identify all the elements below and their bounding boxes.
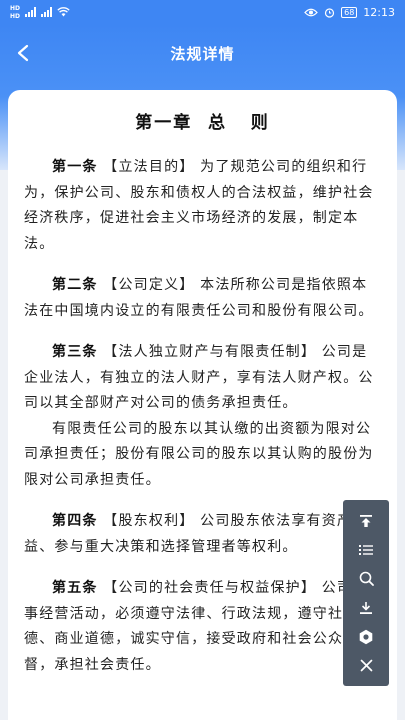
sim1-label: HD xyxy=(10,4,21,12)
article-5: 第五条 【公司的社会责任与权益保护】 公司从事经营活动，必须遵守法律、行政法规，… xyxy=(24,576,381,678)
article-tag: 【股东权利】 xyxy=(103,513,195,529)
status-right: 68 12:13 xyxy=(304,6,395,19)
download-icon xyxy=(360,601,372,614)
regulation-content[interactable]: 第一章 总 则 第一条 【立法目的】 为了规范公司的组织和行为，保护公司、股东和… xyxy=(8,90,397,720)
settings-button[interactable] xyxy=(343,623,389,651)
article-tag: 【公司定义】 xyxy=(103,277,195,293)
close-toolbar-button[interactable] xyxy=(343,652,389,680)
status-time: 12:13 xyxy=(363,5,395,19)
article-number: 第一条 xyxy=(52,159,98,175)
close-icon xyxy=(360,659,372,672)
page-title: 法规详情 xyxy=(170,44,235,63)
settings-icon xyxy=(359,629,373,644)
wifi-icon xyxy=(57,7,70,17)
battery-icon: 68 xyxy=(341,6,358,18)
article-tag: 【立法目的】 xyxy=(103,159,195,175)
article-1: 第一条 【立法目的】 为了规范公司的组织和行为，保护公司、股东和债权人的合法权益… xyxy=(24,155,381,257)
article-2: 第二条 【公司定义】 本法所称公司是指依照本法在中国境内设立的有限责任公司和股份… xyxy=(24,273,381,324)
article-number: 第二条 xyxy=(52,277,98,293)
nav-bar: 法规详情 xyxy=(0,24,405,82)
alarm-icon xyxy=(325,7,335,18)
eye-comfort-icon xyxy=(304,8,318,16)
status-left: HD HD xyxy=(10,5,70,20)
article-paragraph: 有限责任公司的股东以其认缴的出资额为限对公司承担责任；股份有限公司的股东以其认购… xyxy=(24,420,374,488)
article-4: 第四条 【股东权利】 公司股东依法享有资产收益、参与重大决策和选择管理者等权利。 xyxy=(24,509,381,560)
sim-indicators: HD HD xyxy=(10,5,20,20)
scroll-to-top-button[interactable] xyxy=(343,507,389,535)
article-tag: 【法人独立财产与有限责任制】 xyxy=(103,344,317,360)
list-icon xyxy=(359,544,373,555)
chevron-left-icon xyxy=(17,44,29,62)
download-button[interactable] xyxy=(343,594,389,622)
article-3: 第三条 【法人独立财产与有限责任制】 公司是企业法人，有独立的法人财产，享有法人… xyxy=(24,340,381,493)
signal-icon-2 xyxy=(41,7,53,17)
catalog-button[interactable] xyxy=(343,536,389,564)
article-paragraph: 第一条 【立法目的】 为了规范公司的组织和行为，保护公司、股东和债权人的合法权益… xyxy=(24,155,381,257)
status-bar: HD HD 68 12:13 xyxy=(0,0,405,24)
article-paragraph: 第五条 【公司的社会责任与权益保护】 公司从事经营活动，必须遵守法律、行政法规，… xyxy=(24,576,381,678)
search-icon xyxy=(359,571,374,586)
article-number: 第三条 xyxy=(52,344,98,360)
article-number: 第四条 xyxy=(52,513,98,529)
search-button[interactable] xyxy=(343,565,389,593)
chapter-title: 第一章 总 则 xyxy=(135,113,270,133)
floating-toolbar xyxy=(343,500,389,686)
article-paragraph: 第三条 【法人独立财产与有限责任制】 公司是企业法人，有独立的法人财产，享有法人… xyxy=(24,340,381,417)
article-tag: 【公司的社会责任与权益保护】 xyxy=(103,580,317,596)
signal-icon xyxy=(25,7,37,17)
article-paragraph: 第二条 【公司定义】 本法所称公司是指依照本法在中国境内设立的有限责任公司和股份… xyxy=(24,273,381,324)
sim2-label: HD xyxy=(10,12,21,20)
article-paragraph: 第四条 【股东权利】 公司股东依法享有资产收益、参与重大决策和选择管理者等权利。 xyxy=(24,509,381,560)
scroll-to-top-icon xyxy=(360,514,372,527)
back-button[interactable] xyxy=(8,38,38,68)
article-number: 第五条 xyxy=(52,580,98,596)
